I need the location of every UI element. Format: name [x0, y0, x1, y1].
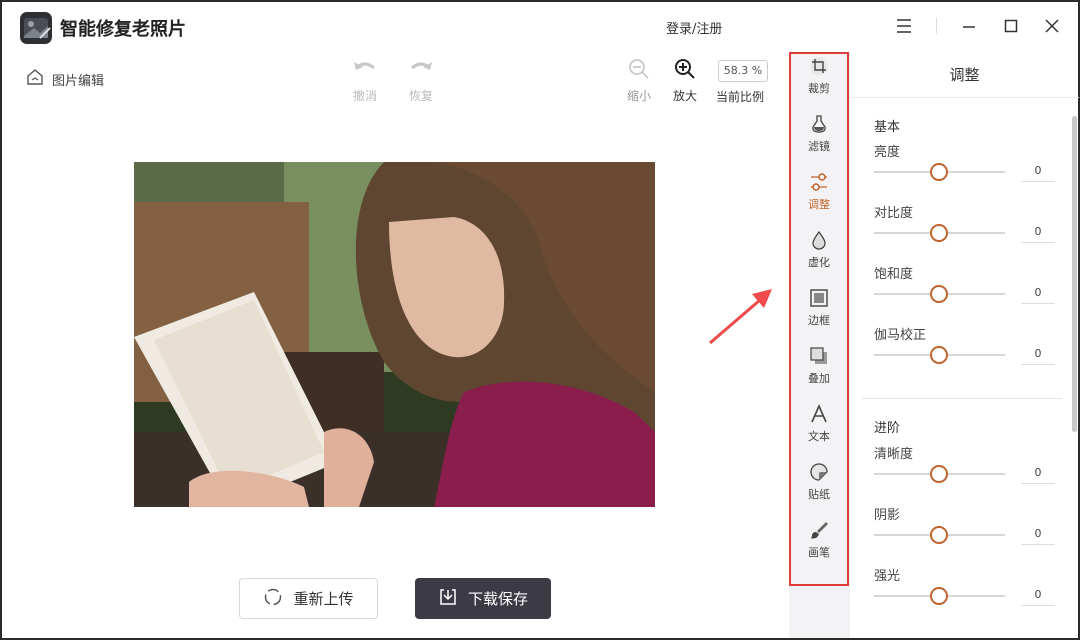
- download-save-button[interactable]: 下载保存: [415, 578, 551, 619]
- saturation-slider-knob[interactable]: [930, 285, 948, 303]
- advanced-section-title: 进阶: [874, 421, 901, 436]
- saturation-label: 饱和度: [874, 267, 914, 282]
- refresh-icon: [263, 587, 283, 611]
- section-divider: [862, 398, 1062, 399]
- gamma-value[interactable]: 0: [1021, 343, 1055, 365]
- undo-button[interactable]: 撤消: [352, 58, 378, 104]
- clarity-label: 清晰度: [874, 447, 914, 462]
- image-edit-label: 图片编辑: [52, 73, 105, 89]
- zoom-in-button[interactable]: 放大: [673, 58, 697, 104]
- brightness-slider-knob[interactable]: [930, 163, 948, 181]
- undo-icon: [352, 58, 378, 83]
- login-register-link[interactable]: 登录/注册: [666, 18, 722, 37]
- zoom-out-icon: [628, 58, 650, 83]
- edited-photo: [134, 162, 655, 507]
- zoom-out-label: 缩小: [627, 89, 652, 103]
- shadow-label: 阴影: [874, 508, 901, 523]
- contrast-label: 对比度: [874, 206, 914, 221]
- app-logo: [20, 12, 52, 44]
- zoom-value: 58.3 %: [718, 60, 768, 82]
- title-bar: 智能修复老照片 登录/注册: [2, 2, 1078, 50]
- clarity-value[interactable]: 0: [1021, 462, 1055, 484]
- brightness-label: 亮度: [874, 145, 901, 160]
- highlight-value[interactable]: 0: [1021, 584, 1055, 606]
- panel-title: 调整: [850, 52, 1079, 98]
- maximize-icon[interactable]: [999, 14, 1023, 38]
- adjust-panel: 调整 基本 亮度 0 对比度 0 饱和度 0 伽马校正 0 进阶 清晰度 0 阴…: [849, 52, 1079, 638]
- redo-button[interactable]: 恢复: [408, 58, 434, 104]
- gamma-label: 伽马校正: [874, 328, 927, 343]
- shadow-slider-knob[interactable]: [930, 526, 948, 544]
- title-separator: [936, 18, 937, 34]
- contrast-value[interactable]: 0: [1021, 221, 1055, 243]
- panel-scrollbar[interactable]: [1072, 116, 1077, 432]
- image-edit-home[interactable]: 图片编辑: [26, 68, 104, 90]
- tool-strip-highlight-box: [789, 52, 849, 586]
- current-ratio-label: 当前比例: [716, 90, 765, 104]
- zoom-in-icon: [674, 58, 696, 83]
- basic-section-title: 基本: [874, 120, 901, 135]
- download-label: 下载保存: [467, 590, 528, 608]
- download-icon: [438, 587, 458, 611]
- clarity-slider-knob[interactable]: [930, 465, 948, 483]
- reupload-label: 重新上传: [293, 590, 354, 608]
- saturation-value[interactable]: 0: [1021, 282, 1055, 304]
- annotation-arrow-icon: [700, 280, 780, 354]
- minimize-icon[interactable]: [957, 14, 981, 38]
- undo-label: 撤消: [352, 89, 377, 103]
- close-icon[interactable]: [1040, 14, 1064, 38]
- redo-label: 恢复: [408, 89, 433, 103]
- brightness-value[interactable]: 0: [1021, 160, 1055, 182]
- redo-icon: [408, 58, 434, 83]
- gamma-slider-knob[interactable]: [930, 346, 948, 364]
- zoom-out-button[interactable]: 缩小: [627, 58, 651, 104]
- home-icon: [26, 68, 44, 90]
- shadow-value[interactable]: 0: [1021, 523, 1055, 545]
- highlight-slider-knob[interactable]: [930, 587, 948, 605]
- menu-icon[interactable]: [892, 14, 916, 38]
- zoom-in-label: 放大: [673, 89, 698, 103]
- reupload-button[interactable]: 重新上传: [239, 578, 378, 619]
- highlight-label: 强光: [874, 569, 901, 584]
- contrast-slider-knob[interactable]: [930, 224, 948, 242]
- app-title: 智能修复老照片: [60, 19, 186, 40]
